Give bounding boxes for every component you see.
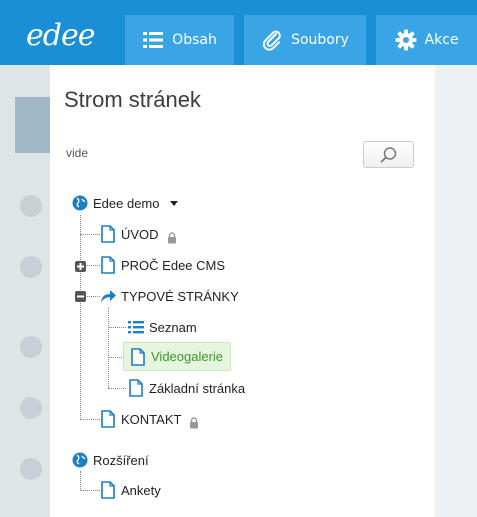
tree-item-uvod[interactable]: ÚVOD [100, 223, 177, 245]
tree-connector [80, 471, 81, 491]
nav-soubory-button[interactable]: Soubory [244, 15, 366, 65]
page-icon [101, 256, 115, 274]
list-icon [143, 32, 164, 48]
tree-item-videogalerie[interactable]: Videogalerie [123, 342, 232, 371]
expand-toggle[interactable] [75, 261, 86, 272]
tree-connector [108, 307, 109, 388]
tree-connector [80, 215, 81, 420]
tree-item-label: Seznam [149, 319, 197, 335]
globe-icon [72, 195, 88, 211]
search-input[interactable] [66, 141, 346, 165]
edee-logo[interactable]: edee [26, 18, 95, 53]
page-tree-panel: Strom stránek Edee demo [50, 65, 435, 517]
page-icon [131, 347, 145, 366]
tree-item-proc-edee-cms[interactable]: PROČ Edee CMS [100, 254, 225, 276]
tree-item-label: Videogalerie [151, 349, 224, 364]
nav-akce-button[interactable]: Akce [376, 15, 477, 65]
background-content [435, 65, 477, 517]
globe-icon [72, 452, 88, 468]
background-user-icon [20, 195, 42, 217]
plus-icon [77, 263, 84, 270]
background-globe-icon [20, 256, 42, 278]
tree-item-label: PROČ Edee CMS [121, 257, 226, 273]
tree-item-label: Edee demo [93, 195, 160, 211]
tree-item-label: KONTAKT [121, 411, 182, 427]
tree-item-ankety[interactable]: Ankety [100, 479, 161, 501]
nav-soubory-label: Soubory [291, 32, 349, 48]
tree-item-label: Základní stránka [149, 380, 246, 396]
tree-connector [108, 327, 126, 328]
tree-connector [108, 388, 126, 389]
background-avatar [15, 97, 50, 153]
tree-item-rozsireni[interactable]: Rozšíření [72, 449, 149, 471]
search-button[interactable] [363, 141, 414, 168]
paperclip-icon [262, 30, 281, 51]
lock-icon [167, 232, 176, 244]
tree-item-typove-stranky[interactable]: TYPOVÉ STRÁNKY [100, 285, 239, 307]
nav-akce-label: Akce [424, 32, 459, 48]
top-bar: edee Obsah Soubory Akce [0, 0, 477, 65]
page-icon [101, 410, 115, 428]
page-icon [101, 481, 115, 499]
tree-connector [80, 234, 100, 235]
tree-connector [80, 490, 100, 491]
gear-icon [395, 29, 416, 51]
tree-item-kontakt[interactable]: KONTAKT [100, 408, 199, 430]
tree-item-edee-demo[interactable]: Edee demo [72, 192, 178, 214]
redirect-arrow-icon [101, 290, 116, 302]
tree-item-label: Ankety [121, 482, 161, 498]
tree-item-label: ÚVOD [121, 226, 159, 242]
tree-item-zakladni-stranka[interactable]: Základní stránka [128, 377, 245, 399]
list-icon [128, 321, 144, 334]
minus-icon [77, 295, 84, 298]
tree-item-label: Rozšíření [93, 452, 149, 468]
tree-item-label: TYPOVÉ STRÁNKY [121, 288, 239, 304]
background-globe-icon [20, 458, 42, 480]
page-icon [101, 225, 115, 243]
collapse-toggle[interactable] [75, 291, 86, 302]
nav-obsah-label: Obsah [172, 32, 217, 48]
background-user-icon [20, 397, 42, 419]
panel-title: Strom stránek [64, 87, 201, 112]
dropdown-caret-icon[interactable] [169, 200, 178, 206]
lock-icon [190, 417, 199, 429]
tree-item-seznam[interactable]: Seznam [128, 316, 197, 338]
page-icon [129, 379, 143, 397]
nav-obsah-button[interactable]: Obsah [125, 15, 234, 65]
background-user-icon [20, 336, 42, 358]
tree-connector [80, 419, 100, 420]
search-icon [379, 146, 396, 163]
